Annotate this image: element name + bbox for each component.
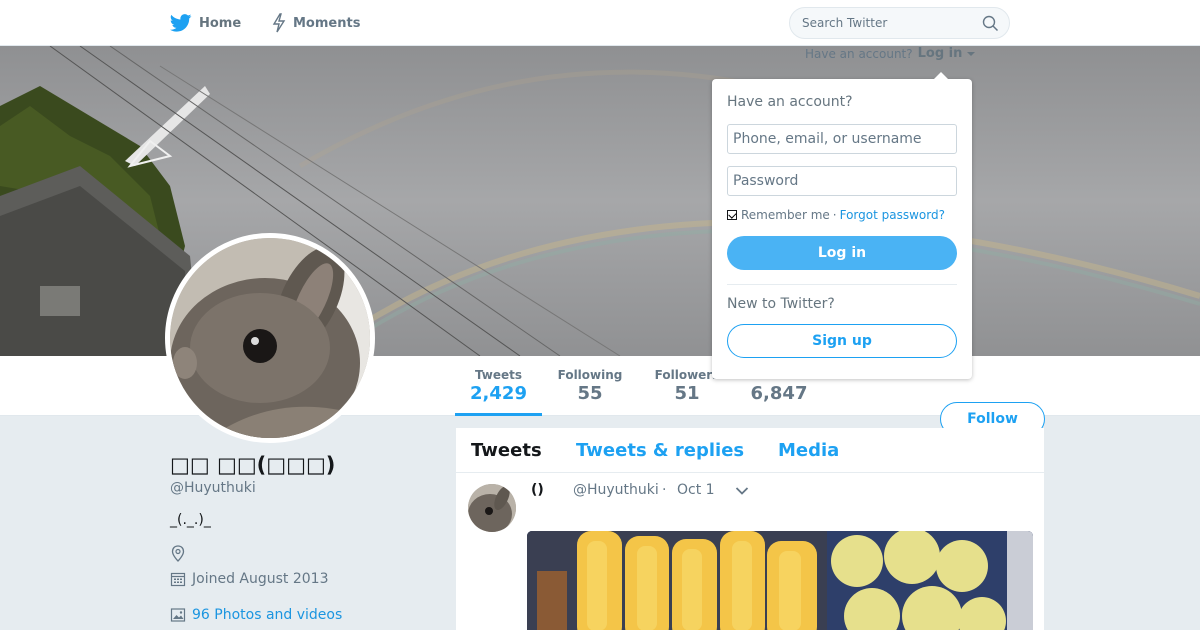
chevron-down-icon[interactable] — [735, 486, 749, 496]
login-toggle-label: Log in — [917, 46, 963, 61]
login-dropdown: Have an account? Remember me · Forgot pa… — [712, 72, 972, 379]
stat-following-value: 55 — [577, 383, 603, 404]
tweet-author-name[interactable]: () — [531, 482, 544, 498]
login-toggle[interactable]: Log in — [918, 46, 975, 61]
nav-moments-label: Moments — [293, 15, 361, 31]
separator-dot: · — [832, 208, 837, 222]
top-navigation-bar: Home Moments — [0, 0, 1200, 46]
account-hint-text: Have an account? — [805, 46, 913, 61]
tab-tweets[interactable]: Tweets — [471, 440, 542, 461]
stat-following-label: Following — [557, 368, 623, 382]
profile-avatar[interactable] — [165, 233, 375, 443]
tab-media[interactable]: Media — [778, 440, 839, 461]
tweet-photo[interactable] — [527, 531, 1033, 630]
caret-down-icon — [966, 52, 975, 56]
nav-home[interactable]: Home — [170, 0, 241, 46]
login-button[interactable]: Log in — [727, 236, 957, 270]
stat-tweets[interactable]: Tweets 2,429 — [455, 368, 542, 404]
stat-likes-value: 6,847 — [750, 383, 808, 404]
location-pin-icon — [171, 545, 185, 562]
remember-checkbox[interactable] — [727, 210, 737, 220]
tweet-photo-image — [527, 531, 1033, 630]
stat-tweets-value: 2,429 — [470, 383, 527, 404]
photo-icon — [170, 608, 186, 622]
media-link-text[interactable]: 96 Photos and videos — [192, 607, 342, 623]
stat-following[interactable]: Following 55 — [550, 368, 630, 404]
nav-moments[interactable]: Moments — [272, 0, 360, 46]
username-field[interactable] — [727, 124, 957, 154]
signup-button[interactable]: Sign up — [727, 324, 957, 358]
profile-location — [170, 545, 192, 562]
profile-bio: _(._.)_ — [170, 512, 211, 528]
rabbit-photo — [170, 238, 370, 438]
forgot-password-link[interactable]: Forgot password? — [840, 208, 945, 222]
active-stat-indicator — [455, 413, 542, 416]
stat-tweets-label: Tweets — [474, 368, 523, 382]
tweet-avatar[interactable] — [468, 484, 516, 532]
divider — [727, 284, 957, 285]
profile-joined: Joined August 2013 — [170, 571, 328, 587]
tweet-avatar-image — [468, 484, 516, 532]
profile-media-link[interactable]: 96 Photos and videos — [170, 607, 342, 623]
search-icon[interactable] — [982, 15, 999, 32]
remember-label: Remember me — [741, 208, 830, 222]
account-hint: Have an account? Log in — [805, 46, 975, 61]
timeline-tabs: Tweets Tweets & replies Media — [456, 428, 1044, 473]
calendar-icon — [170, 572, 186, 587]
new-to-twitter-heading: New to Twitter? — [727, 296, 835, 312]
stat-followers-value: 51 — [674, 383, 700, 404]
tweet-date[interactable]: Oct 1 — [677, 482, 715, 498]
timeline: Tweets Tweets & replies Media () @Huyuth… — [456, 428, 1044, 630]
nav-home-label: Home — [199, 15, 242, 31]
password-field[interactable] — [727, 166, 957, 196]
lightning-icon — [272, 13, 286, 33]
remember-row: Remember me · Forgot password? — [727, 208, 945, 222]
tweet-author-handle[interactable]: @Huyuthuki — [573, 482, 659, 498]
profile-handle[interactable]: @Huyuthuki — [170, 480, 256, 496]
tweet-separator: · — [662, 482, 667, 498]
joined-text: Joined August 2013 — [192, 571, 329, 587]
bird-icon — [170, 14, 192, 32]
search-box — [789, 7, 1010, 39]
login-heading: Have an account? — [727, 94, 853, 110]
profile-name: □□ □□(□□□) — [170, 453, 336, 477]
search-input[interactable] — [802, 14, 972, 32]
tab-tweets-replies[interactable]: Tweets & replies — [576, 440, 744, 461]
